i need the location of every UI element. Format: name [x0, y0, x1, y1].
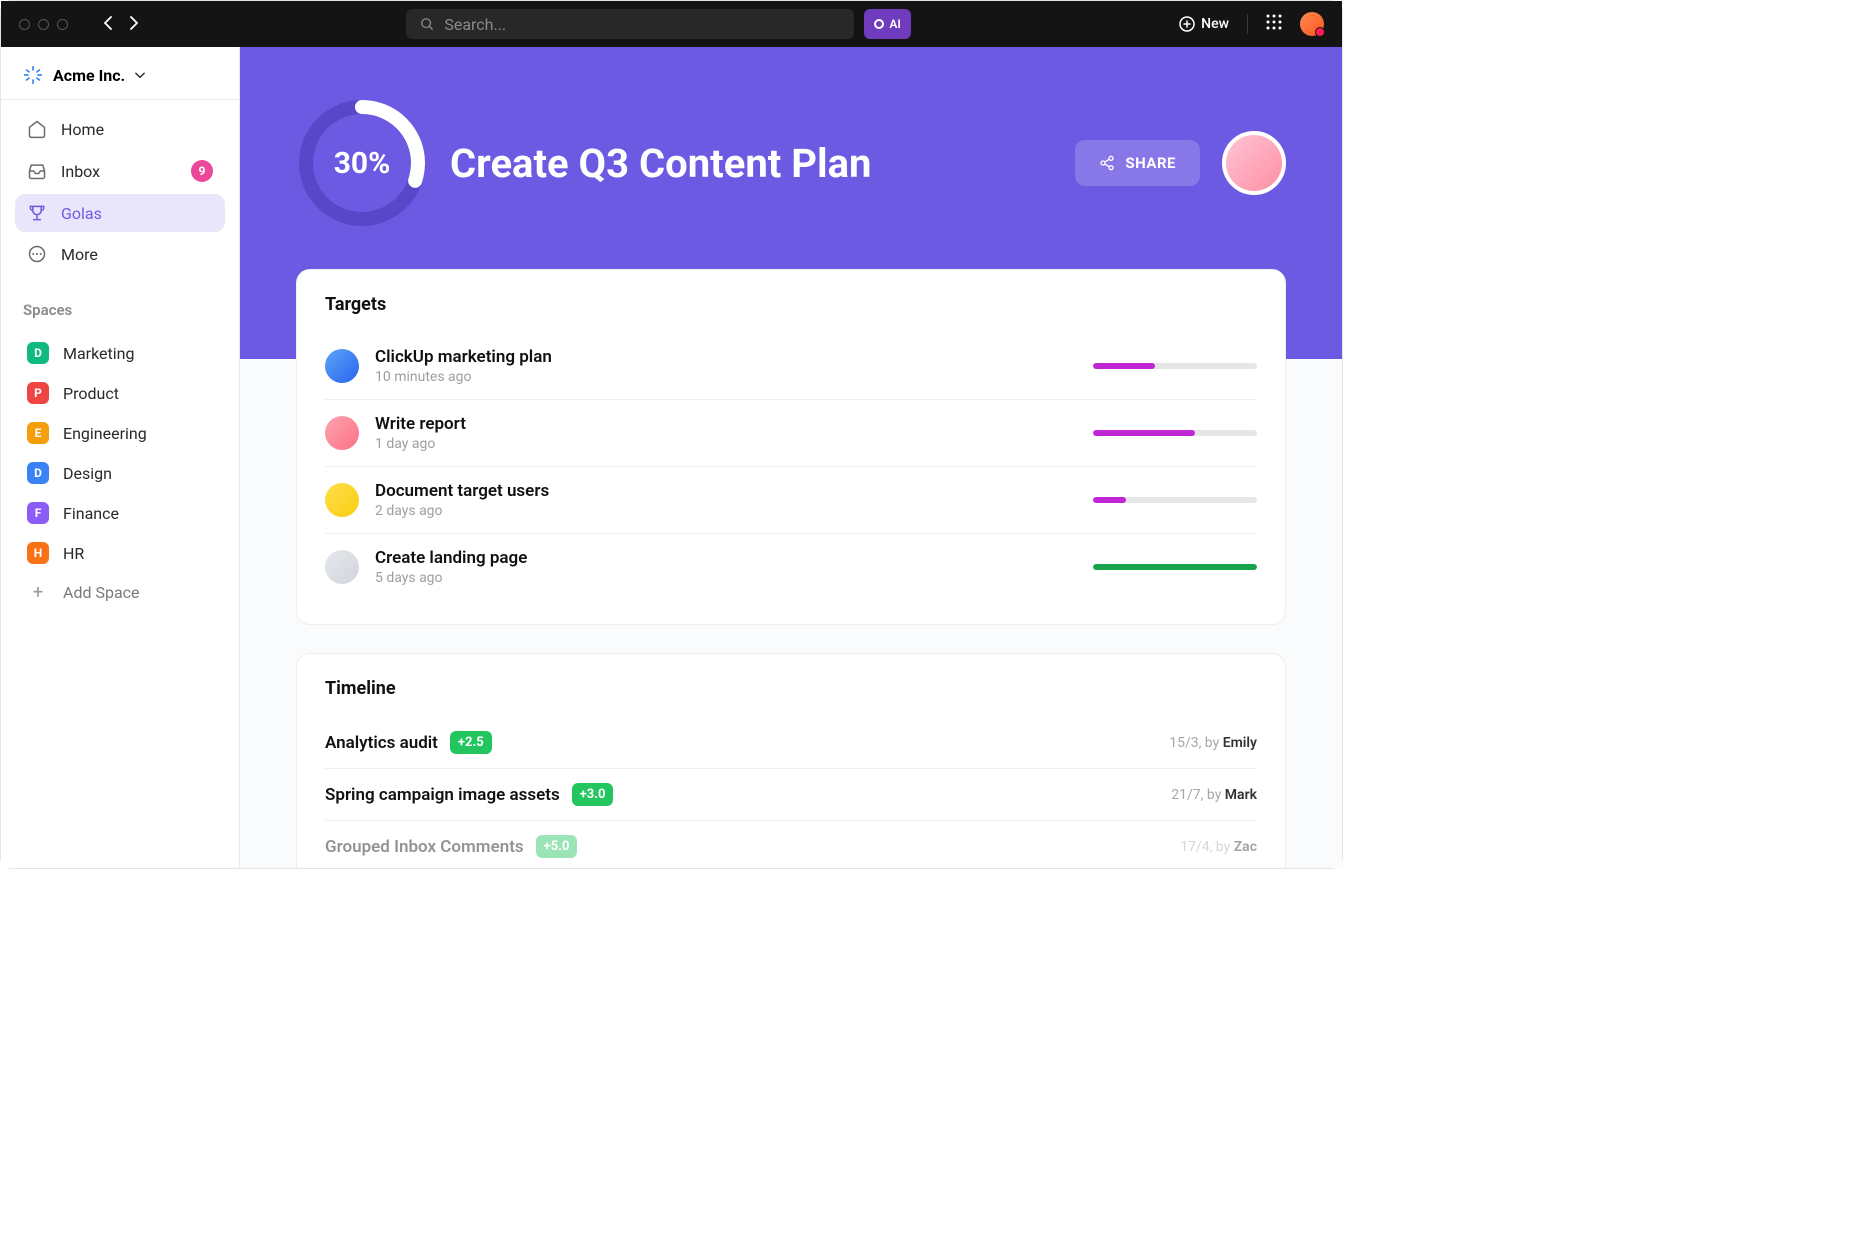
space-item[interactable]: D Design [23, 453, 217, 493]
share-button[interactable]: SHARE [1075, 140, 1200, 186]
owner-avatar[interactable] [1222, 131, 1286, 195]
timeline-row[interactable]: Analytics audit +2.5 15/3, by Emily [325, 717, 1257, 769]
target-title: Create landing page [375, 548, 1093, 568]
plus-icon: + [27, 582, 49, 603]
target-row[interactable]: ClickUp marketing plan 10 minutes ago [325, 333, 1257, 400]
workspace-name: Acme Inc. [53, 66, 125, 85]
apps-button[interactable] [1266, 14, 1282, 34]
assignee-avatar [325, 550, 359, 584]
assignee-avatar [325, 483, 359, 517]
targets-card: Targets ClickUp marketing plan 10 minute… [296, 269, 1286, 625]
target-title: Document target users [375, 481, 1093, 501]
timeline-meta: 21/7, by Mark [1171, 787, 1257, 803]
space-item[interactable]: P Product [23, 373, 217, 413]
target-time: 2 days ago [375, 503, 1093, 519]
more-icon [27, 244, 47, 264]
nav-arrows [104, 15, 138, 34]
inbox-icon [27, 161, 47, 181]
progress-percent: 30% [296, 97, 428, 229]
timeline-row[interactable]: Spring campaign image assets +3.0 21/7, … [325, 769, 1257, 821]
timeline-badge: +3.0 [572, 783, 614, 806]
timeline-badge: +2.5 [450, 731, 492, 754]
titlebar-right: New [1179, 12, 1324, 36]
space-label: Design [63, 464, 112, 483]
nav-more[interactable]: More [15, 235, 225, 273]
timeline-title: Grouped Inbox Comments [325, 837, 524, 857]
space-badge-icon: E [27, 422, 49, 444]
workspace-switcher[interactable]: Acme Inc. [1, 47, 239, 100]
divider [1247, 14, 1248, 34]
target-row[interactable]: Write report 1 day ago [325, 400, 1257, 467]
timeline-meta: 17/4, by Zac [1180, 839, 1257, 855]
progress-bar [1093, 363, 1257, 369]
user-avatar[interactable] [1300, 12, 1324, 36]
space-badge-icon: D [27, 462, 49, 484]
space-item[interactable]: F Finance [23, 493, 217, 533]
chevron-down-icon [135, 72, 145, 79]
progress-ring: 30% [296, 97, 428, 229]
space-label: Engineering [63, 424, 147, 443]
search-icon [420, 17, 434, 31]
space-badge-icon: F [27, 502, 49, 524]
forward-button[interactable] [130, 15, 138, 34]
ai-button[interactable]: AI [864, 9, 910, 39]
window-controls[interactable] [19, 19, 68, 30]
search-placeholder: Search... [444, 15, 506, 34]
plus-circle-icon [1179, 16, 1195, 32]
space-badge-icon: P [27, 382, 49, 404]
space-badge-icon: D [27, 342, 49, 364]
target-row[interactable]: Create landing page 5 days ago [325, 534, 1257, 600]
progress-bar [1093, 497, 1257, 503]
timeline-badge: +5.0 [536, 835, 578, 858]
ai-icon [874, 19, 884, 29]
space-badge-icon: H [27, 542, 49, 564]
space-label: Marketing [63, 344, 134, 363]
space-label: HR [63, 544, 84, 563]
space-item[interactable]: E Engineering [23, 413, 217, 453]
search-input[interactable]: Search... [406, 9, 854, 39]
timeline-card: Timeline Analytics audit +2.5 15/3, by E… [296, 653, 1286, 868]
target-row[interactable]: Document target users 2 days ago [325, 467, 1257, 534]
space-label: Finance [63, 504, 119, 523]
main-content: 30% Create Q3 Content Plan SHARE Targets… [240, 47, 1342, 868]
space-item[interactable]: H HR [23, 533, 217, 573]
progress-bar [1093, 430, 1257, 436]
new-button[interactable]: New [1179, 16, 1229, 32]
nav-inbox[interactable]: Inbox 9 [15, 151, 225, 191]
timeline-heading: Timeline [325, 678, 1257, 699]
space-item[interactable]: D Marketing [23, 333, 217, 373]
timeline-row[interactable]: Grouped Inbox Comments +5.0 17/4, by Zac [325, 821, 1257, 868]
targets-heading: Targets [325, 294, 1257, 315]
assignee-avatar [325, 416, 359, 450]
target-time: 5 days ago [375, 570, 1093, 586]
spaces-heading: Spaces [23, 301, 217, 319]
target-time: 1 day ago [375, 436, 1093, 452]
nav-home[interactable]: Home [15, 110, 225, 148]
titlebar: Search... AI New [1, 1, 1342, 47]
assignee-avatar [325, 349, 359, 383]
back-button[interactable] [104, 15, 112, 34]
nav-goals[interactable]: Golas [15, 194, 225, 232]
timeline-meta: 15/3, by Emily [1169, 735, 1257, 751]
inbox-badge: 9 [191, 160, 213, 182]
target-title: ClickUp marketing plan [375, 347, 1093, 367]
home-icon [27, 119, 47, 139]
timeline-title: Spring campaign image assets [325, 785, 560, 805]
page-title: Create Q3 Content Plan [450, 140, 1075, 187]
target-title: Write report [375, 414, 1093, 434]
target-time: 10 minutes ago [375, 369, 1093, 385]
workspace-logo-icon [23, 65, 43, 85]
timeline-title: Analytics audit [325, 733, 438, 753]
progress-bar [1093, 564, 1257, 570]
space-label: Product [63, 384, 119, 403]
trophy-icon [27, 203, 47, 223]
add-space-button[interactable]: + Add Space [23, 573, 217, 612]
share-icon [1099, 155, 1115, 171]
sidebar: Acme Inc. Home Inbox 9 Golas More [1, 47, 240, 868]
